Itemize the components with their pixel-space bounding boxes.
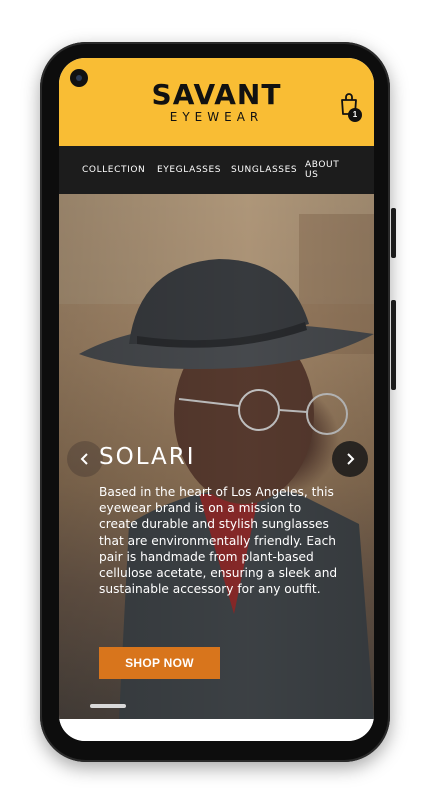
- phone-side-button: [391, 300, 396, 390]
- brand-tagline: EYEWEAR: [169, 110, 264, 124]
- nav-item-eyeglasses[interactable]: EYEGLASSES: [157, 146, 221, 194]
- phone-side-button: [391, 208, 396, 258]
- chevron-right-icon: [347, 453, 355, 465]
- brand-logo[interactable]: SAVANT: [59, 78, 374, 111]
- nav-item-collection[interactable]: COLLECTION: [82, 146, 145, 194]
- chevron-left-icon: [80, 453, 88, 465]
- nav-item-sunglasses[interactable]: SUNGLASSES: [231, 146, 297, 194]
- prev-slide-button[interactable]: [67, 441, 103, 477]
- home-indicator: [90, 704, 126, 708]
- cart-count-badge: 1: [348, 108, 362, 122]
- site-header: SAVANT EYEWEAR 1: [59, 58, 374, 146]
- phone-screen: SAVANT EYEWEAR 1 COLLECTION EYEGLASSES S…: [59, 58, 374, 741]
- main-nav: COLLECTION EYEGLASSES SUNGLASSES ABOUT U…: [59, 146, 374, 194]
- shop-now-button[interactable]: SHOP NOW: [99, 647, 220, 679]
- screen-bottom: [59, 719, 374, 741]
- next-slide-button[interactable]: [332, 441, 368, 477]
- slide-title: SOLARI: [99, 444, 196, 470]
- nav-item-about-us[interactable]: ABOUT US: [305, 146, 341, 194]
- hero-slider: SOLARI Based in the heart of Los Angeles…: [59, 194, 374, 719]
- slide-description: Based in the heart of Los Angeles, this …: [99, 485, 338, 597]
